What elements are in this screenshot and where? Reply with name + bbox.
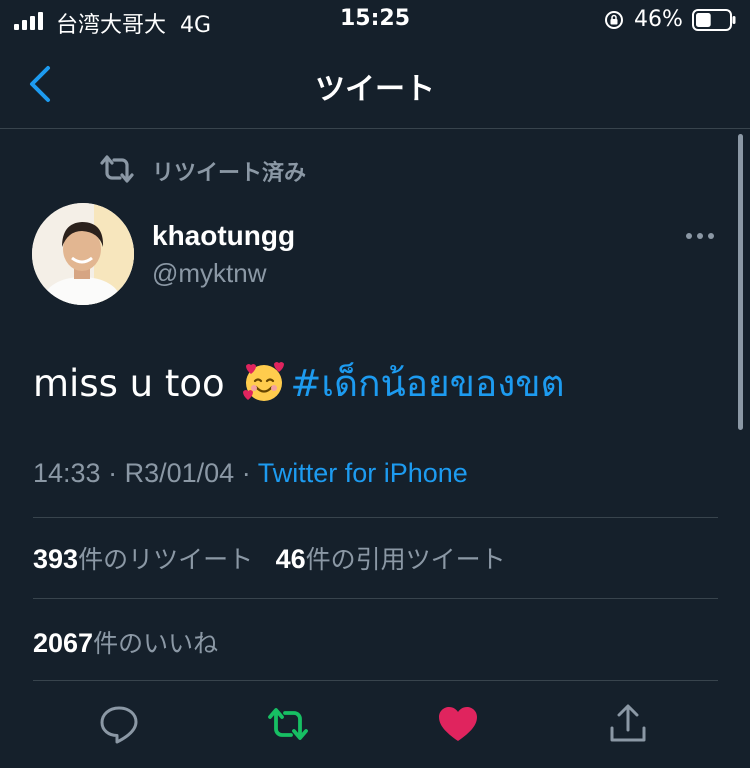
divider: [33, 517, 718, 518]
quotes-stat[interactable]: 46件の引用ツイート: [276, 544, 506, 574]
more-options-icon[interactable]: [684, 224, 716, 248]
avatar-photo: [32, 203, 134, 305]
tweet-text: miss u too #เด็กน้อยของขต: [33, 354, 565, 413]
tweet-time: 14:33: [33, 458, 101, 488]
divider: [33, 598, 718, 599]
retweet-indicator-icon: [100, 155, 134, 183]
tweet-text-plain: miss u too: [33, 362, 237, 405]
likes-count: 2067: [33, 628, 94, 658]
heart-icon[interactable]: [436, 702, 480, 746]
tweet-hashtag-link[interactable]: #เด็กน้อยของขต: [290, 362, 564, 405]
page-title: ツイート: [315, 72, 435, 107]
likes-stat[interactable]: 2067件のいいね: [33, 624, 218, 660]
tweet-meta: 14:33 · R3/01/04 · Twitter for iPhone: [33, 458, 468, 489]
retweets-label: 件のリツイート: [78, 545, 254, 574]
retweets-stat[interactable]: 393件のリツイート: [33, 544, 253, 574]
meta-separator: ·: [108, 458, 118, 488]
retweeted-label: リツイート済み: [152, 161, 307, 186]
scrollbar[interactable]: [738, 134, 743, 430]
likes-label: 件のいいね: [93, 629, 219, 658]
tweet-date: R3/01/04: [124, 458, 235, 488]
author-name[interactable]: khaotungg: [152, 220, 295, 252]
battery-percent: 46%: [634, 7, 683, 32]
stats-row: 393件のリツイート 46件の引用ツイート: [33, 540, 506, 576]
quotes-label: 件の引用ツイート: [305, 545, 506, 574]
retweet-icon[interactable]: [266, 702, 310, 746]
share-icon[interactable]: [606, 702, 650, 746]
smiling-face-with-hearts-icon: [243, 362, 285, 401]
avatar[interactable]: [32, 203, 134, 305]
reply-icon[interactable]: [97, 702, 141, 746]
tweet-source-link[interactable]: Twitter for iPhone: [258, 458, 468, 488]
status-bar: 台湾大哥大 4G 15:25 46%: [0, 0, 750, 42]
author-handle[interactable]: @myktnw: [152, 258, 267, 289]
retweets-count: 393: [33, 544, 79, 574]
header-divider: [0, 128, 750, 129]
meta-separator: ·: [241, 458, 251, 488]
divider: [33, 680, 718, 681]
orientation-lock-icon: [605, 11, 623, 29]
quotes-count: 46: [275, 544, 306, 574]
battery-icon: [692, 9, 736, 31]
